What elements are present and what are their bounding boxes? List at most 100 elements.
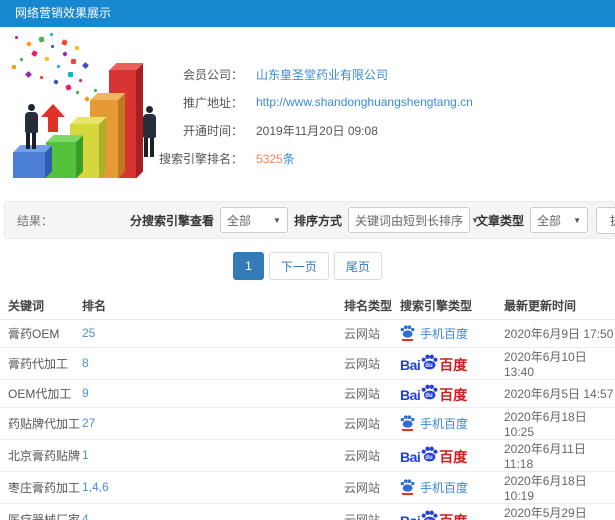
engine-type-cell: Bai du 百度 xyxy=(400,503,504,520)
engine-type-cell: Bai du 百度 xyxy=(400,439,504,472)
table-row: 药贴牌代加工 27 云网站 手机百度 2020年6月18日 10:25 xyxy=(0,407,615,440)
caret-down-icon: ▼ xyxy=(273,215,281,225)
illustration-bar-blue xyxy=(13,145,52,178)
baidu-logo: Bai du 百度 xyxy=(400,446,467,464)
results-table: 关键词 排名 排名类型 搜索引擎类型 最新更新时间 膏药OEM 25 云网站 手… xyxy=(0,292,615,520)
keyword-cell: 膏药OEM xyxy=(0,319,82,348)
filter-bar: 结果： 分搜索引擎查看 全部 ▼ 排序方式 关键词由短到长排序 ▼ 文章类型 全… xyxy=(4,201,615,239)
update-time-cell: 2020年6月9日 17:50 xyxy=(504,319,615,348)
keyword-cell: OEM代加工 xyxy=(0,379,82,408)
info-label: 会员公司： xyxy=(182,67,243,82)
engine-type-cell: 手机百度 xyxy=(400,471,504,504)
rank-link[interactable]: 27 xyxy=(82,416,95,430)
baidu-logo: Bai du 百度 xyxy=(400,384,467,402)
member-info-list: 会员公司： 山东皇圣堂药业有限公司推广地址： http://www.shandong… xyxy=(128,60,608,172)
rank-link[interactable]: 25 xyxy=(82,326,95,340)
mobile-baidu-badge: 手机百度 xyxy=(400,415,468,432)
info-value: 5325条 xyxy=(256,150,295,167)
baidu-paw-icon: du xyxy=(421,510,438,520)
update-time-cell: 2020年6月5日 14:57 xyxy=(504,379,615,408)
update-time-cell: 2020年5月29日 10:32 xyxy=(504,503,615,520)
growth-arrow-icon xyxy=(41,104,65,132)
page-title: 网络营销效果展示 xyxy=(15,6,112,20)
ranking-count-unit: 条 xyxy=(282,151,295,166)
submit-button[interactable]: 提交 xyxy=(596,207,615,234)
col-keyword: 关键词 xyxy=(0,292,82,320)
baidu-paw-icon: du xyxy=(421,354,438,372)
table-row: 医疗器械厂家 4 云网站 Bai du 百度 2020年5月29日 10:32 xyxy=(0,503,615,520)
info-value: 2019年11月20日 09:08 xyxy=(256,123,378,138)
info-row: 开通时间： 2019年11月20日 09:08 xyxy=(128,116,608,144)
rank-type-cell: 云网站 xyxy=(344,439,400,472)
ranking-count: 5325 xyxy=(256,151,283,166)
engine-type-cell: Bai du 百度 xyxy=(400,379,504,408)
baidu-paw-icon xyxy=(400,479,415,495)
info-row: 搜索引擎排名： 5325条 xyxy=(128,144,608,172)
baidu-logo-cn: 百度 xyxy=(439,514,467,520)
engine-type-cell: 手机百度 xyxy=(400,407,504,440)
keyword-cell: 医疗器械厂家 xyxy=(0,503,82,520)
update-time-cell: 2020年6月18日 10:25 xyxy=(504,407,615,440)
col-rank-type: 排名类型 xyxy=(344,292,400,320)
rank-link[interactable]: 1 xyxy=(82,448,89,462)
table-row: 枣庄膏药加工 1,4,6 云网站 手机百度 2020年6月18日 10:19 xyxy=(0,471,615,504)
update-time-cell: 2020年6月10日 13:40 xyxy=(504,347,615,380)
rank-link[interactable]: 8 xyxy=(82,356,89,370)
member-info-section: 会员公司： 山东皇圣堂药业有限公司推广地址： http://www.shandong… xyxy=(0,27,615,193)
rank-type-cell: 云网站 xyxy=(344,319,400,348)
filter-controls: 分搜索引擎查看 全部 ▼ 排序方式 关键词由短到长排序 ▼ 文章类型 全部 ▼ xyxy=(130,207,588,233)
article-type-label: 文章类型 xyxy=(475,213,524,228)
app-header: 网络营销效果展示 xyxy=(0,0,615,27)
baidu-paw-icon xyxy=(400,325,415,341)
result-label: 结果： xyxy=(17,213,54,228)
col-rank: 排名 xyxy=(82,292,344,320)
baidu-logo: Bai du 百度 xyxy=(400,510,467,520)
info-row: 推广地址： http://www.shandonghuangshengtang.c… xyxy=(128,88,608,116)
table-header-row: 关键词 排名 排名类型 搜索引擎类型 最新更新时间 xyxy=(0,292,615,320)
mobile-baidu-label: 手机百度 xyxy=(420,416,469,431)
mobile-baidu-label: 手机百度 xyxy=(420,326,469,341)
baidu-logo-bai: Bai xyxy=(400,514,421,520)
rank-type-cell: 云网站 xyxy=(344,379,400,408)
mobile-baidu-badge: 手机百度 xyxy=(400,325,468,342)
info-value[interactable]: http://www.shandonghuangshengtang.cn xyxy=(256,95,473,109)
engine-select[interactable]: 全部 ▼ xyxy=(219,207,288,233)
engine-type-cell: Bai du 百度 xyxy=(400,347,504,380)
update-time-cell: 2020年6月18日 10:19 xyxy=(504,471,615,504)
rank-link[interactable]: 9 xyxy=(82,386,89,400)
article-type-select[interactable]: 全部 ▼ xyxy=(530,207,588,233)
keyword-cell: 枣庄膏药加工 xyxy=(0,471,82,504)
rank-link[interactable]: 1,4,6 xyxy=(82,480,109,494)
baidu-logo-bai: Bai xyxy=(400,386,421,403)
rank-link[interactable]: 4 xyxy=(82,512,89,520)
mobile-baidu-label: 手机百度 xyxy=(420,480,469,495)
businessman-left-figure xyxy=(21,104,41,149)
keyword-cell: 膏药代加工 xyxy=(0,347,82,380)
update-time-cell: 2020年6月11日 11:18 xyxy=(504,439,615,472)
col-update-time: 最新更新时间 xyxy=(504,292,615,320)
sort-select[interactable]: 关键词由短到长排序 ▼ xyxy=(347,207,479,233)
info-value[interactable]: 山东皇圣堂药业有限公司 xyxy=(256,66,388,83)
baidu-logo-du: du xyxy=(425,392,433,399)
rank-type-cell: 云网站 xyxy=(344,407,400,440)
baidu-paw-icon: du xyxy=(421,446,438,464)
table-row: 膏药OEM 25 云网站 手机百度 2020年6月9日 17:50 xyxy=(0,319,615,348)
baidu-logo-bai: Bai xyxy=(400,356,421,373)
mobile-baidu-badge: 手机百度 xyxy=(400,479,468,496)
table-row: OEM代加工 9 云网站 Bai du 百度 2020年6月5日 14:57 xyxy=(0,379,615,408)
baidu-logo-cn: 百度 xyxy=(439,356,468,373)
rank-type-cell: 云网站 xyxy=(344,347,400,380)
rank-type-cell: 云网站 xyxy=(344,471,400,504)
col-engine-type: 搜索引擎类型 xyxy=(400,292,504,320)
last-page-button[interactable]: 尾页 xyxy=(333,252,382,280)
baidu-logo-du: du xyxy=(425,362,433,369)
info-row: 会员公司： 山东皇圣堂药业有限公司 xyxy=(128,60,608,88)
engine-type-cell: 手机百度 xyxy=(400,319,504,348)
keyword-cell: 北京膏药贴牌 xyxy=(0,439,82,472)
page-button-current[interactable]: 1 xyxy=(233,252,264,280)
baidu-logo: Bai du 百度 xyxy=(400,354,467,372)
engine-filter-label: 分搜索引擎查看 xyxy=(129,213,214,228)
baidu-logo-cn: 百度 xyxy=(439,386,468,403)
baidu-logo-bai: Bai xyxy=(400,448,421,465)
next-page-button[interactable]: 下一页 xyxy=(268,252,329,280)
